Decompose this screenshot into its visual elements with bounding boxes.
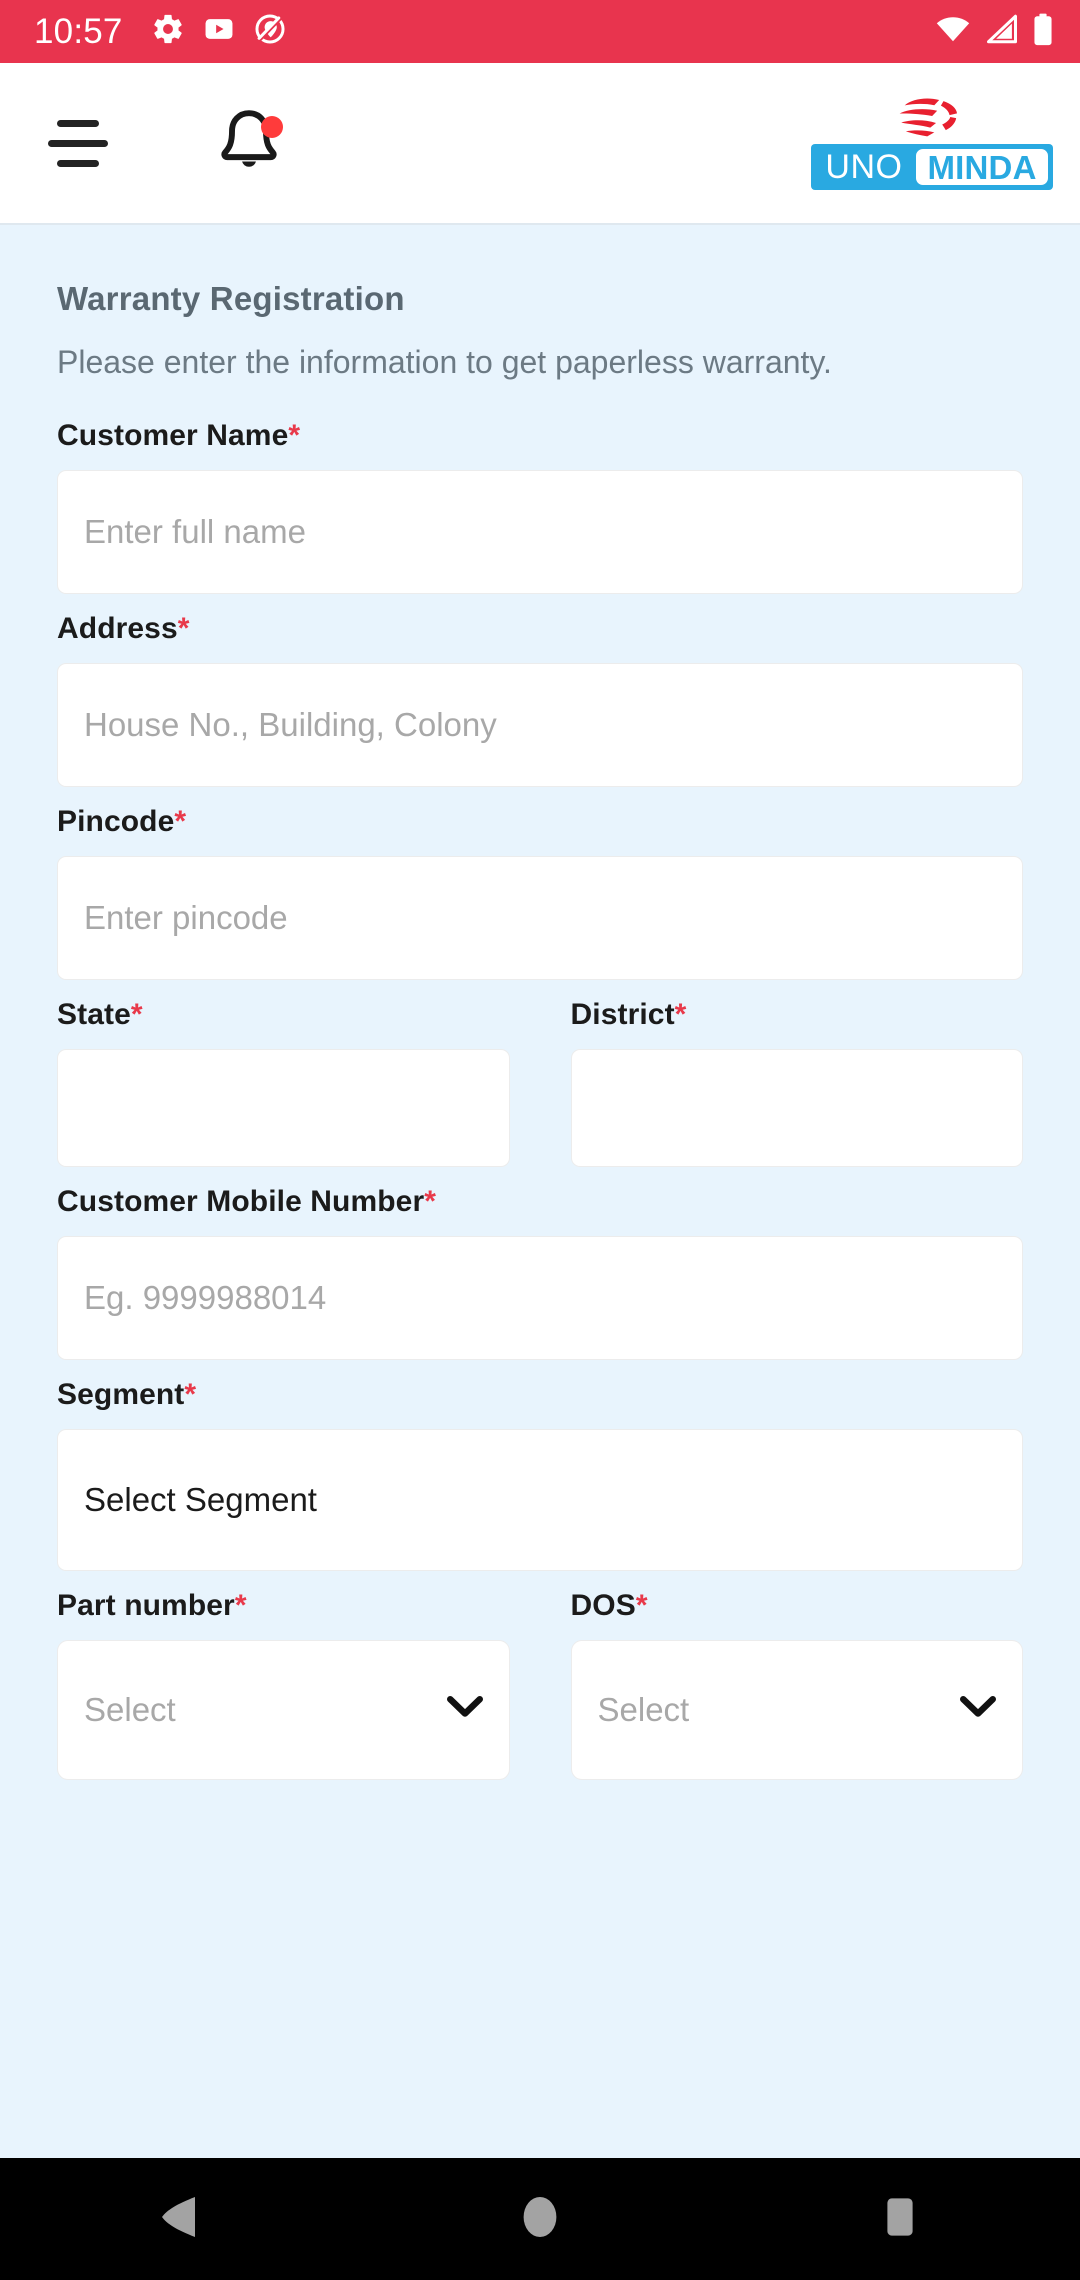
required-asterisk: * [288,418,301,452]
pincode-input[interactable]: Enter pincode [57,855,1023,980]
label-address: Address* [57,612,1023,646]
no-location-icon [253,12,287,51]
dos-select[interactable]: Select [570,1639,1023,1780]
required-asterisk: * [234,1588,247,1622]
field-address: Address* House No., Building, Colony [57,612,1023,787]
field-state: State* [57,998,510,1167]
row-part-number-dos: Part number* Select DOS* Select [57,1589,1023,1798]
part-number-select[interactable]: Select [57,1639,510,1780]
address-input[interactable]: House No., Building, Colony [57,662,1023,787]
uno-minda-logo[interactable]: UNO MINDA [811,96,1053,190]
label-text: Segment [57,1377,185,1411]
label-text: Address [57,611,178,645]
label-customer-name: Customer Name* [57,419,1023,453]
label-part-number: Part number* [57,1589,510,1623]
label-segment: Segment* [57,1378,1023,1412]
part-number-placeholder: Select [84,1690,176,1728]
field-segment: Segment* Select Segment [57,1378,1023,1571]
gear-icon [151,12,185,51]
label-text: Pincode [57,804,175,838]
label-dos: DOS* [571,1589,1024,1623]
required-asterisk: * [177,611,190,645]
hamburger-line-middle [48,139,108,147]
chevron-down-icon [446,1696,483,1723]
field-part-number: Part number* Select [57,1589,510,1780]
logo-text-uno: UNO [825,148,903,186]
uno-minda-wordmark: UNO MINDA [811,144,1053,190]
nav-recents-button[interactable] [810,2158,990,2280]
page-subtitle: Please enter the information to get pape… [57,344,832,380]
battery-icon [1032,13,1054,51]
label-text: Customer Mobile Number [57,1184,425,1218]
address-placeholder: House No., Building, Colony [84,705,497,743]
field-district: District* [570,998,1024,1167]
recents-square-icon [879,2194,921,2245]
required-asterisk: * [635,1588,648,1622]
field-customer-mobile-number: Customer Mobile Number* Eg. 9999988014 [57,1185,1023,1360]
nav-home-button[interactable] [450,2158,630,2280]
page-title: Warranty Registration [57,280,405,317]
hamburger-line-top [57,119,99,127]
customer-name-placeholder: Enter full name [84,512,306,550]
bell-icon [213,110,285,186]
customer-mobile-number-input[interactable]: Eg. 9999988014 [57,1235,1023,1360]
required-asterisk: * [130,997,143,1031]
district-input[interactable] [570,1048,1023,1167]
youtube-icon [202,12,236,51]
notification-bell-button[interactable] [213,104,285,182]
label-text: DOS [570,1588,636,1622]
required-asterisk: * [184,1377,197,1411]
segment-selected-value: Select Segment [84,1480,317,1518]
wifi-icon [934,14,972,49]
label-text: District [570,997,675,1031]
label-text: State [57,997,131,1031]
app-header: UNO MINDA [0,63,1080,223]
label-state: State* [57,998,510,1032]
label-pincode: Pincode* [57,805,1023,839]
field-dos: DOS* Select [570,1589,1024,1780]
uno-minda-swoosh-icon [886,96,978,142]
back-triangle-icon [159,2194,201,2245]
status-bar: 10:57 [0,0,1080,63]
segment-select[interactable]: Select Segment [57,1428,1023,1571]
field-customer-name: Customer Name* Enter full name [57,419,1023,594]
notification-badge-dot [261,116,283,138]
warranty-registration-form: Warranty Registration Please enter the i… [0,225,1080,2158]
home-circle-icon [519,2194,561,2245]
android-navigation-bar [0,2158,1080,2280]
customer-mobile-number-placeholder: Eg. 9999988014 [84,1278,327,1316]
hamburger-menu-icon[interactable] [48,119,108,167]
label-text: Part number [57,1588,235,1622]
nav-back-button[interactable] [90,2158,270,2280]
row-state-district: State* District* [57,998,1023,1185]
required-asterisk: * [174,804,187,838]
customer-name-input[interactable]: Enter full name [57,469,1023,594]
label-text: Customer Name [57,418,289,452]
pincode-placeholder: Enter pincode [84,898,288,936]
label-customer-mobile-number: Customer Mobile Number* [57,1185,1023,1219]
hamburger-line-bottom [57,159,99,167]
cellular-signal-icon [985,14,1019,49]
label-district: District* [571,998,1024,1032]
logo-text-minda: MINDA [914,147,1050,187]
chevron-down-icon [960,1696,996,1723]
status-bar-system-icons [934,13,1054,51]
field-pincode: Pincode* Enter pincode [57,805,1023,980]
app-root: 10:57 UNO MINDA Warranty Registration Pl… [0,0,1080,2280]
status-bar-notification-icons [151,12,287,51]
state-input[interactable] [57,1048,510,1167]
dos-placeholder: Select [597,1690,690,1728]
status-bar-clock: 10:57 [34,12,123,51]
required-asterisk: * [674,997,687,1031]
required-asterisk: * [424,1184,437,1218]
